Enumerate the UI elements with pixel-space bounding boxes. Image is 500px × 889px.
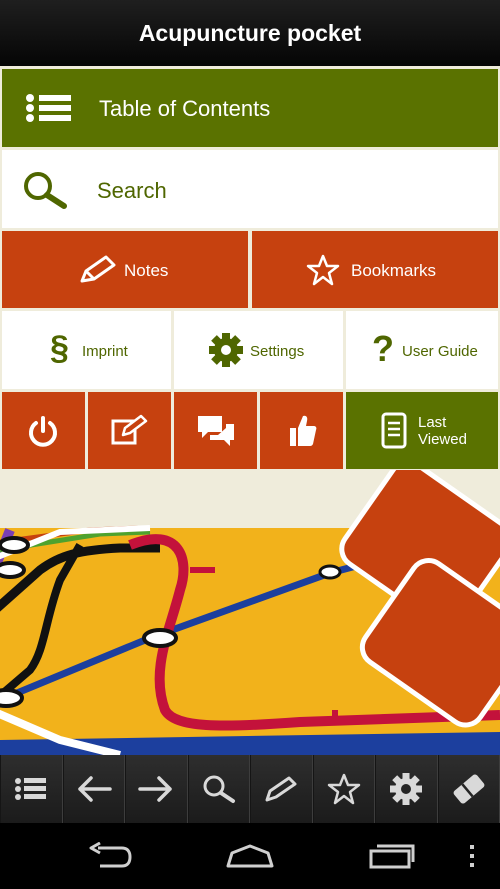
overflow-menu-icon [470, 845, 474, 867]
edit-note-button[interactable] [88, 392, 171, 469]
user-guide-label: User Guide [402, 343, 478, 360]
settings-label: Settings [250, 343, 305, 360]
pencil-icon [80, 255, 116, 283]
power-icon [29, 416, 57, 447]
back-icon [89, 842, 132, 868]
pencil-icon [265, 776, 297, 802]
document-icon [381, 412, 407, 449]
app-title-bar: Acupuncture pocket [0, 0, 500, 66]
chat-bubbles-icon [198, 416, 234, 446]
search-label: Search [97, 178, 167, 203]
thumbs-up-icon [290, 415, 317, 446]
nav-back-button[interactable] [80, 831, 140, 881]
toolbar-toc-button[interactable] [0, 755, 63, 823]
table-of-contents-label: Table of Contents [99, 96, 271, 121]
arrow-left-icon [78, 776, 112, 802]
nav-overflow-menu-button[interactable] [460, 831, 484, 881]
imprint-button[interactable]: § Imprint [2, 311, 171, 389]
search-icon [203, 775, 235, 803]
chat-button[interactable] [174, 392, 257, 469]
toolbar-back-button[interactable] [62, 755, 125, 823]
like-button[interactable] [260, 392, 343, 469]
user-guide-button[interactable]: ? User Guide [346, 311, 498, 389]
question-mark-icon: ? [372, 328, 394, 369]
last-viewed-button[interactable]: Last Viewed [346, 392, 498, 469]
toolbar-notes-button[interactable] [250, 755, 313, 823]
star-icon [327, 773, 360, 805]
arrow-right-icon [138, 776, 172, 802]
decorative-map-background [0, 470, 500, 755]
settings-button[interactable]: Settings [174, 311, 343, 389]
gear-icon [390, 773, 423, 805]
power-button[interactable] [2, 392, 85, 469]
bottom-toolbar [0, 755, 500, 823]
list-icon [15, 778, 47, 800]
nav-recent-apps-button[interactable] [360, 831, 420, 881]
notes-label: Notes [124, 261, 169, 280]
toolbar-settings-button[interactable] [375, 755, 438, 823]
imprint-label: Imprint [82, 343, 128, 360]
toolbar-search-button[interactable] [187, 755, 250, 823]
last-viewed-label: Last Viewed [418, 414, 467, 448]
system-navigation-bar [0, 823, 500, 889]
toolbar-forward-button[interactable] [125, 755, 188, 823]
toolbar-bookmarks-button[interactable] [312, 755, 375, 823]
home-icon [226, 844, 274, 868]
app-title: Acupuncture pocket [138, 19, 362, 46]
search-button[interactable]: Search [2, 150, 498, 228]
bookmarks-label: Bookmarks [351, 261, 437, 280]
edit-note-icon [111, 414, 148, 445]
toolbar-eraser-button[interactable] [437, 755, 500, 823]
magnifier-icon [24, 172, 67, 209]
eraser-icon [453, 774, 485, 804]
nav-home-button[interactable] [220, 831, 280, 881]
recent-apps-icon [369, 844, 415, 869]
star-icon [306, 254, 340, 286]
table-of-contents-button[interactable]: Table of Contents [2, 69, 498, 147]
gear-icon [209, 333, 243, 367]
list-icon [26, 94, 71, 122]
bookmarks-button[interactable]: Bookmarks [252, 231, 498, 308]
section-sign-icon: § [50, 329, 69, 367]
notes-button[interactable]: Notes [2, 231, 248, 308]
